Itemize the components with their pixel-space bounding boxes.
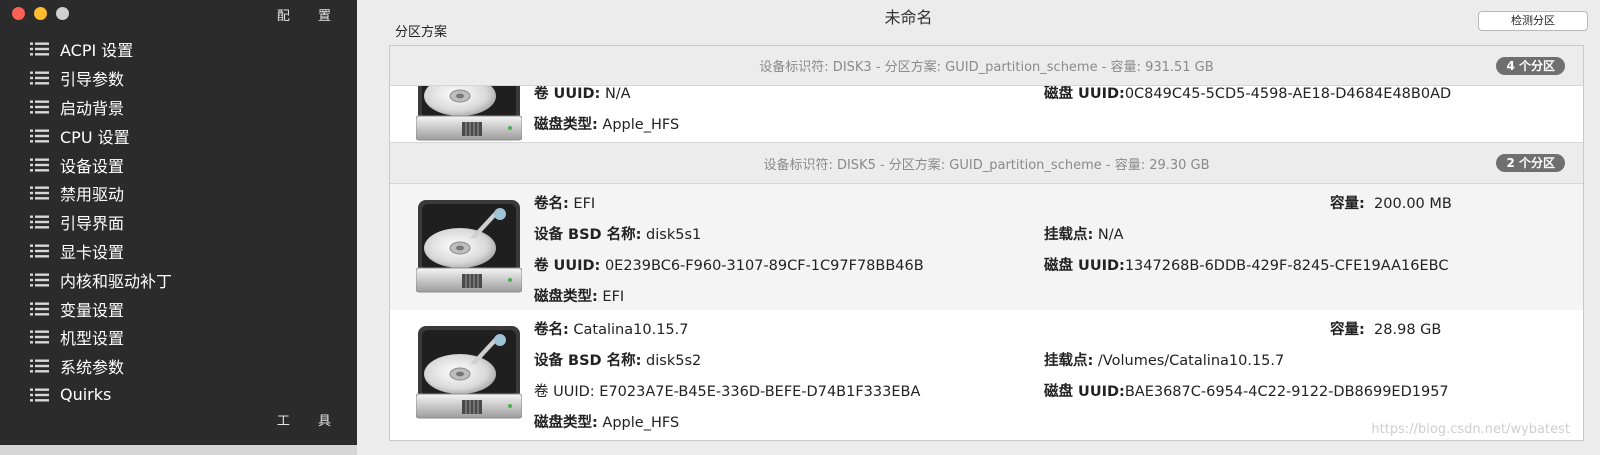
mount-point: 挂载点: N/A <box>1044 227 1124 243</box>
list-icon <box>30 186 49 200</box>
window-controls <box>12 7 69 20</box>
disk-header-disk3: 设备标识符: DISK3 - 分区方案: GUID_partition_sche… <box>390 46 1583 86</box>
sidebar-item[interactable]: 设备设置 <box>0 150 357 179</box>
mount-point: 挂载点: /Volumes/Catalina10.15.7 <box>1044 353 1285 369</box>
sidebar-item-label: 机型设置 <box>60 329 125 349</box>
sidebar-item[interactable]: CPU 设置 <box>0 121 357 150</box>
sidebar-item-label: ACPI 设置 <box>60 41 134 61</box>
sidebar-item[interactable]: 变量设置 <box>0 294 357 323</box>
sidebar-item[interactable]: 内核和驱动补丁 <box>0 265 357 294</box>
volume-uuid: 卷 UUID: N/A <box>534 86 631 102</box>
partition-count-badge: 2 个分区 <box>1496 154 1565 172</box>
hard-disk-icon <box>416 326 522 419</box>
volume-capacity: 容量: 200.00 MB <box>1330 196 1452 212</box>
volume-uuid: 卷 UUID: 0E239BC6-F960-3107-89CF-1C97F78B… <box>534 258 924 274</box>
sidebar-item[interactable]: Quirks <box>0 381 357 410</box>
list-icon <box>30 158 49 172</box>
sidebar-list: ACPI 设置 引导参数启动背景 CPU 设置 设备设置禁用驱动引导界面显卡设置内核和… <box>0 35 357 409</box>
disk-type: 磁盘类型: Apple_HFS <box>534 415 680 431</box>
watermark: https://blog.csdn.net/wybatest <box>1371 422 1570 437</box>
partition-row[interactable]: 卷 UUID: N/A 磁盘 UUID:0C849C45-5CD5-4598-A… <box>390 86 1583 142</box>
list-icon <box>30 302 49 316</box>
partition-count-badge: 4 个分区 <box>1496 56 1565 75</box>
list-icon <box>30 330 49 344</box>
disk-type: 磁盘类型: EFI <box>534 289 625 305</box>
list-icon <box>30 215 49 229</box>
sidebar-tools-title: 工 具 <box>276 414 343 429</box>
sidebar-item[interactable]: 系统参数 <box>0 352 357 381</box>
list-icon <box>30 244 49 258</box>
sidebar-item[interactable]: 机型设置 <box>0 323 357 352</box>
sidebar-item-label: CPU 设置 <box>60 127 130 147</box>
minimize-window-button[interactable] <box>34 7 47 20</box>
list-icon <box>30 129 49 143</box>
partition-panel: 设备标识符: DISK3 - 分区方案: GUID_partition_sche… <box>389 45 1584 441</box>
list-icon <box>30 273 49 287</box>
section-label: 分区方案 <box>395 25 448 40</box>
sidebar-item-label: 引导界面 <box>60 214 125 234</box>
sidebar-item-label: 启动背景 <box>60 98 125 118</box>
volume-name: 卷名: Catalina10.15.7 <box>534 322 689 338</box>
bsd-name: 设备 BSD 名称: disk5s2 <box>534 353 702 369</box>
sidebar-item[interactable]: 启动背景 <box>0 93 357 122</box>
sidebar-item-label: 内核和驱动补丁 <box>60 271 173 291</box>
zoom-window-button[interactable] <box>56 7 69 20</box>
volume-uuid: 卷 UUID: E7023A7E-B45E-336D-BEFE-D74B1F33… <box>534 384 921 400</box>
volume-capacity: 容量: 28.98 GB <box>1330 322 1442 338</box>
sidebar-item[interactable]: 禁用驱动 <box>0 179 357 208</box>
list-icon <box>30 42 49 56</box>
list-icon <box>30 100 49 114</box>
partition-row[interactable]: 卷名: Catalina10.15.7 容量: 28.98 GB 设备 BSD … <box>390 310 1583 436</box>
bsd-name: 设备 BSD 名称: disk5s1 <box>534 227 702 243</box>
disk-uuid: 磁盘 UUID:0C849C45-5CD5-4598-AE18-D4684E48… <box>1044 86 1452 102</box>
sidebar-item[interactable]: ACPI 设置 <box>0 35 357 64</box>
sidebar-item[interactable]: 引导界面 <box>0 208 357 237</box>
partition-row[interactable]: 卷名: EFI 容量: 200.00 MB 设备 BSD 名称: disk5s1… <box>390 184 1583 310</box>
sidebar-item-label: Quirks <box>60 385 112 405</box>
sidebar-item-label: 禁用驱动 <box>60 185 125 205</box>
window-title: 未命名 <box>884 8 933 27</box>
sidebar-section-title: 配 置 <box>276 9 343 24</box>
sidebar: 配 置 ACPI 设置 引导参数启动背景 CPU 设置 设备设置禁用驱动引导界面显卡设… <box>0 0 357 455</box>
detect-partitions-button[interactable]: 检测分区 <box>1478 11 1588 31</box>
sidebar-item-label: 设备设置 <box>60 156 125 176</box>
disk-type: 磁盘类型: Apple_HFS <box>534 117 680 133</box>
list-icon <box>30 71 49 85</box>
volume-name: 卷名: EFI <box>534 196 596 212</box>
sidebar-item[interactable]: 显卡设置 <box>0 237 357 266</box>
disk-uuid: 磁盘 UUID:1347268B-6DDB-429F-8245-CFE19AA1… <box>1044 258 1449 274</box>
close-window-button[interactable] <box>12 7 25 20</box>
sidebar-item-label: 显卡设置 <box>60 242 125 262</box>
hard-disk-icon <box>416 86 522 141</box>
sidebar-item-label: 变量设置 <box>60 300 125 320</box>
sidebar-item[interactable]: 引导参数 <box>0 64 357 93</box>
sidebar-item-label: 系统参数 <box>60 358 125 378</box>
disk-uuid: 磁盘 UUID:BAE3687C-6954-4C22-9122-DB8699ED… <box>1044 384 1449 400</box>
hard-disk-icon <box>416 200 522 293</box>
disk-header-disk5: 设备标识符: DISK5 - 分区方案: GUID_partition_sche… <box>390 142 1583 184</box>
disk-header-text: 设备标识符: DISK3 - 分区方案: GUID_partition_sche… <box>759 60 1214 75</box>
sidebar-item-label: 引导参数 <box>60 70 125 90</box>
sidebar-bottom-strip <box>0 445 357 455</box>
list-icon <box>30 388 49 402</box>
disk-header-text: 设备标识符: DISK5 - 分区方案: GUID_partition_sche… <box>763 157 1210 173</box>
main-area: 未命名 分区方案 检测分区 设备标识符: DISK3 - 分区方案: GUID_… <box>357 0 1600 455</box>
list-icon <box>30 359 49 373</box>
